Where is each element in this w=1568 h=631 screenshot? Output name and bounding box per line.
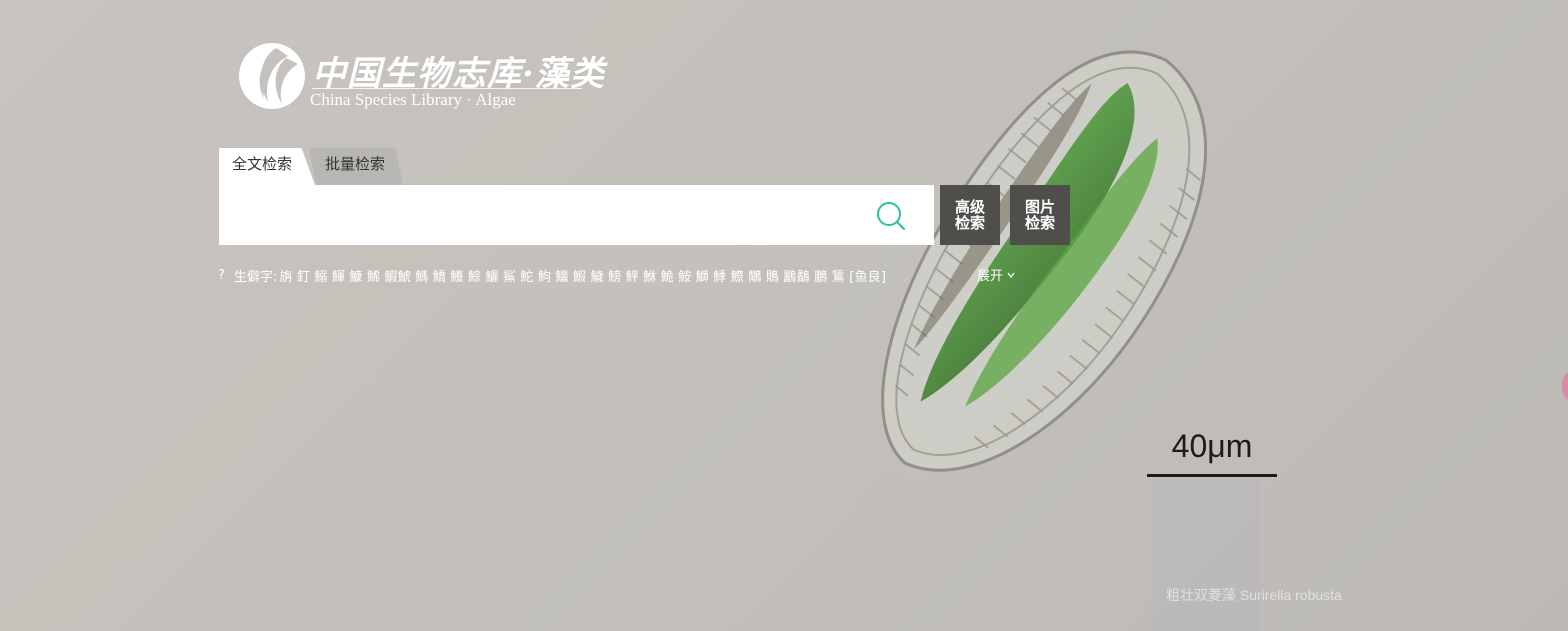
logo-title-en: China Species Library · Algae: [310, 90, 516, 109]
tab-batch-search[interactable]: 批量检索: [309, 148, 403, 185]
rare-characters-label: 生僻字:: [233, 269, 278, 285]
search-icon[interactable]: [873, 198, 909, 234]
logo-divider: [312, 88, 582, 89]
side-handle[interactable]: [1562, 372, 1568, 400]
scale-bar: [1147, 474, 1277, 477]
tab-fulltext-search[interactable]: 全文检索: [219, 148, 315, 185]
expand-label: 展开: [977, 269, 1004, 284]
help-icon[interactable]: ?: [218, 268, 225, 283]
logo-emblem-icon: [239, 43, 305, 109]
expand-button[interactable]: 展开: [977, 265, 1016, 284]
advanced-search-label-2: 检索: [954, 214, 985, 232]
scale-label: 40μm: [1171, 428, 1253, 464]
chevron-down-icon: [1007, 272, 1015, 278]
rare-characters-list[interactable]: 旃 釘 鰯 鯶 鱇 鯑 鰕鯱 鰢 鱎 鱶 鯮 鱺 鯊 鮀 鮈 鱷 鰕 鱥 鰟 鮃…: [279, 266, 886, 285]
page: 40μm 粗壮双菱藻 Surirella robusta 中国生物志库·藻类 C…: [0, 0, 1568, 631]
image-search-label-2: 检索: [1024, 214, 1055, 232]
site-logo[interactable]: 中国生物志库·藻类 China Species Library · Algae: [238, 40, 604, 112]
search-bar: [219, 185, 934, 245]
image-search-label-1: 图片: [1024, 198, 1055, 216]
species-caption: 粗壮双菱藻 Surirella robusta: [1166, 587, 1342, 603]
advanced-search-button[interactable]: 高级 检索: [940, 185, 1000, 245]
search-input[interactable]: [219, 185, 859, 245]
image-search-button[interactable]: 图片 检索: [1010, 185, 1070, 245]
scale-shadow: [1152, 478, 1260, 631]
advanced-search-label-1: 高级: [954, 198, 985, 216]
rare-characters-row: ? 生僻字: 旃 釘 鰯 鯶 鱇 鯑 鰕鯱 鰢 鱎 鱶 鯮 鱺 鯊 鮀 鮈 鱷 …: [218, 265, 886, 285]
